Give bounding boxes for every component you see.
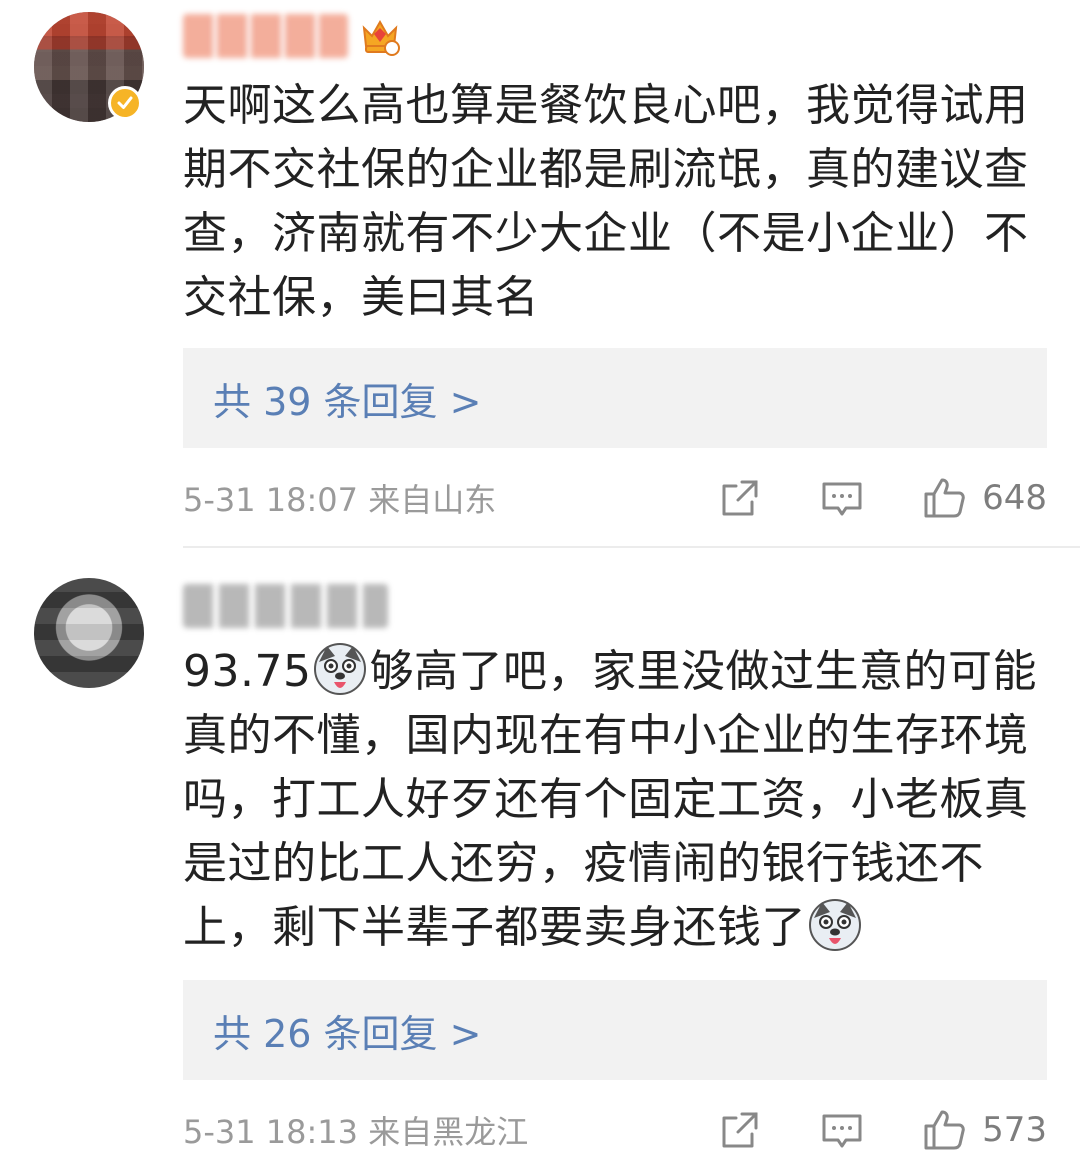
action-bar: 573 bbox=[718, 1108, 1047, 1152]
comment-text: 93.75 够高了吧，家里没做过生意的可能真的不懂，国内现在有中小企业的生存环境… bbox=[183, 640, 1043, 960]
comment-item: 天啊这么高也算是餐饮良心吧，我觉得试用期不交社保的企业都是刷流氓，真的建议查查，… bbox=[0, 0, 1080, 548]
share-icon bbox=[722, 1112, 758, 1148]
view-replies-button[interactable]: 共 26 条回复 > bbox=[183, 980, 1047, 1080]
username-blurred[interactable] bbox=[183, 584, 388, 628]
like-count: 648 bbox=[982, 478, 1047, 518]
comment-text: 天啊这么高也算是餐饮良心吧，我觉得试用期不交社保的企业都是刷流氓，真的建议查查，… bbox=[183, 80, 1029, 323]
share-icon bbox=[722, 480, 758, 516]
verified-badge-icon bbox=[108, 86, 142, 120]
comment-meta: 5-31 18:13 来自黑龙江 573 bbox=[183, 1100, 1047, 1160]
crown-icon bbox=[362, 19, 400, 56]
username-blurred[interactable] bbox=[183, 14, 348, 58]
like-icon bbox=[924, 1110, 965, 1150]
avatar-mosaic-overlay bbox=[34, 578, 144, 688]
timestamp-location: 5-31 18:13 来自黑龙江 bbox=[183, 1113, 529, 1151]
view-replies-button[interactable]: 共 39 条回复 > bbox=[183, 348, 1047, 448]
like-count: 573 bbox=[982, 1110, 1047, 1150]
like-icon bbox=[924, 478, 965, 518]
comment-icon bbox=[822, 1114, 862, 1148]
action-bar: 648 bbox=[718, 476, 1047, 520]
share-button[interactable] bbox=[718, 1108, 762, 1152]
avatar[interactable] bbox=[34, 578, 144, 688]
timestamp-location: 5-31 18:07 来自山东 bbox=[183, 481, 497, 519]
comment-text-part: 93.75 bbox=[183, 646, 312, 697]
comment-button[interactable] bbox=[820, 476, 864, 520]
comment-meta: 5-31 18:07 来自山东 648 bbox=[183, 468, 1047, 528]
like-button[interactable]: 648 bbox=[922, 476, 1047, 520]
share-button[interactable] bbox=[718, 476, 762, 520]
husky-emoji-icon bbox=[314, 643, 367, 695]
like-button[interactable]: 573 bbox=[922, 1108, 1047, 1152]
husky-emoji-icon bbox=[809, 899, 861, 951]
comment-icon bbox=[822, 482, 862, 516]
comment-item: 93.75 够高了吧，家里没做过生意的可能真的不懂，国内现在有中小企业的生存环境… bbox=[0, 548, 1080, 1169]
comment-button[interactable] bbox=[820, 1108, 864, 1152]
